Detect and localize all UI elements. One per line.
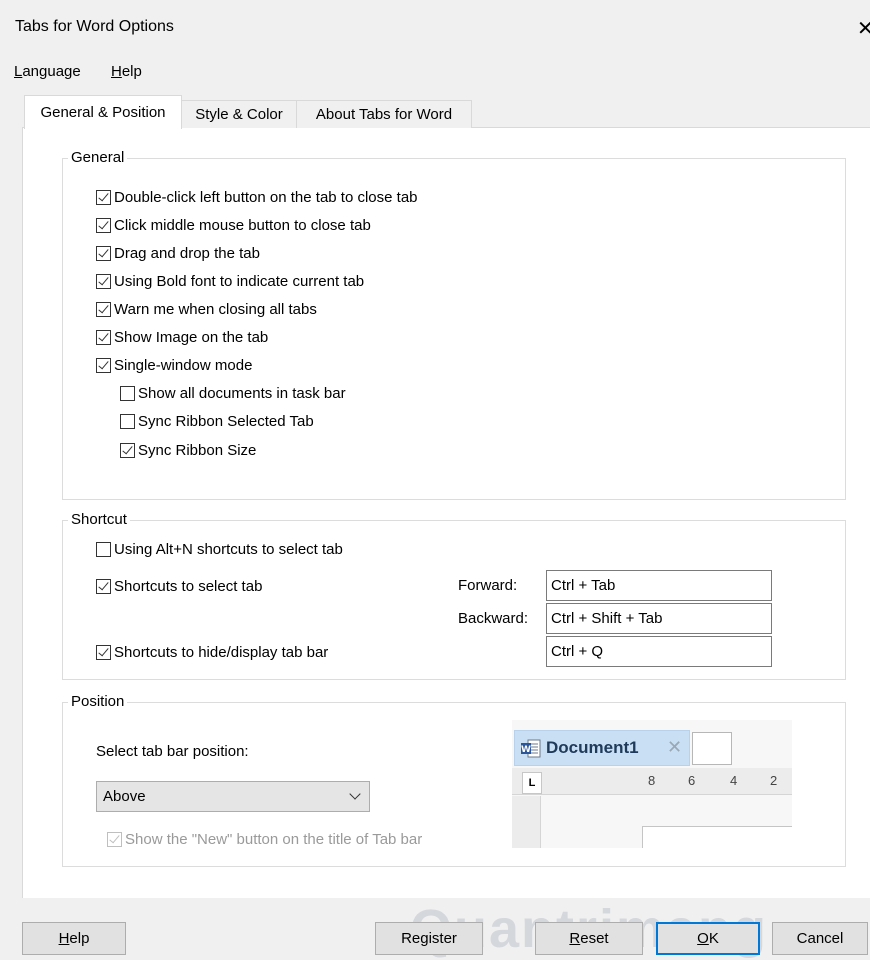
checkbox[interactable] bbox=[96, 578, 111, 594]
option-label: Show Image on the tab bbox=[114, 328, 269, 346]
option-label: Shortcuts to select tab bbox=[114, 577, 263, 595]
checkbox[interactable] bbox=[96, 189, 111, 205]
option-double-click-close[interactable]: Double-click left button on the tab to c… bbox=[96, 187, 418, 207]
tab-general-position[interactable]: General & Position bbox=[24, 95, 182, 129]
shortcut-group-title: Shortcut bbox=[68, 511, 130, 529]
checkbox[interactable] bbox=[96, 301, 111, 317]
reset-button[interactable]: Reset bbox=[535, 922, 643, 955]
option-label: Sync Ribbon Selected Tab bbox=[138, 412, 314, 430]
preview-page bbox=[642, 826, 792, 848]
option-label: Using Alt+N shortcuts to select tab bbox=[114, 540, 343, 558]
option-show-new-button: Show the "New" button on the title of Ta… bbox=[107, 829, 422, 849]
option-single-window[interactable]: Single-window mode bbox=[96, 355, 252, 375]
ruler-number: 2 bbox=[770, 773, 778, 788]
ruler-number: 4 bbox=[730, 773, 738, 788]
cancel-button[interactable]: Cancel bbox=[772, 922, 868, 955]
checkbox[interactable] bbox=[96, 273, 111, 289]
ruler-number: 8 bbox=[648, 773, 656, 788]
option-show-in-taskbar[interactable]: Show all documents in task bar bbox=[120, 383, 346, 403]
backward-label: Backward: bbox=[458, 610, 529, 627]
option-warn-close-all[interactable]: Warn me when closing all tabs bbox=[96, 299, 317, 319]
option-shortcut-hide-display[interactable]: Shortcuts to hide/display tab bar bbox=[96, 642, 328, 662]
checkbox[interactable] bbox=[96, 217, 111, 233]
option-drag-drop[interactable]: Drag and drop the tab bbox=[96, 243, 260, 263]
tab-style-color[interactable]: Style & Color bbox=[180, 100, 298, 128]
option-label: Shortcuts to hide/display tab bar bbox=[114, 643, 329, 661]
option-shortcut-select-tab[interactable]: Shortcuts to select tab bbox=[96, 576, 262, 596]
forward-label: Forward: bbox=[458, 577, 518, 594]
checkbox bbox=[107, 831, 122, 847]
select-position-label: Select tab bar position: bbox=[96, 743, 249, 760]
help-button[interactable]: Help bbox=[22, 922, 126, 955]
option-label: Warn me when closing all tabs bbox=[114, 300, 317, 318]
option-label: Drag and drop the tab bbox=[114, 244, 260, 262]
option-label: Click middle mouse button to close tab bbox=[114, 216, 371, 234]
window-title: Tabs for Word Options bbox=[15, 18, 174, 35]
menu-help[interactable]: Help bbox=[111, 63, 142, 80]
register-button[interactable]: Register bbox=[375, 922, 483, 955]
option-label: Show all documents in task bar bbox=[138, 384, 346, 402]
option-label: Show the "New" button on the title of Ta… bbox=[125, 830, 423, 848]
option-label: Single-window mode bbox=[114, 356, 253, 374]
backward-shortcut-field[interactable]: Ctrl + Shift + Tab bbox=[546, 603, 772, 634]
option-label: Using Bold font to indicate current tab bbox=[114, 272, 365, 290]
checkbox[interactable] bbox=[120, 442, 135, 458]
close-icon[interactable]: ✕ bbox=[857, 16, 870, 41]
checkbox[interactable] bbox=[120, 413, 135, 429]
position-select[interactable]: Above bbox=[96, 781, 370, 812]
option-middle-click-close[interactable]: Click middle mouse button to close tab bbox=[96, 215, 371, 235]
svg-text:W: W bbox=[521, 745, 531, 755]
preview-document-tab: W Document1 ✕ bbox=[514, 730, 690, 766]
ruler-number: 6 bbox=[688, 773, 696, 788]
preview-document-title: Document1 bbox=[546, 738, 639, 757]
preview-vertical-ruler bbox=[512, 796, 541, 848]
option-sync-ribbon-tab[interactable]: Sync Ribbon Selected Tab bbox=[120, 411, 314, 431]
option-alt-n[interactable]: Using Alt+N shortcuts to select tab bbox=[96, 539, 343, 559]
tab-about[interactable]: About Tabs for Word bbox=[296, 100, 472, 128]
checkbox[interactable] bbox=[96, 644, 111, 660]
preview-close-icon: ✕ bbox=[667, 737, 683, 757]
checkbox[interactable] bbox=[96, 245, 111, 261]
checkbox[interactable] bbox=[96, 541, 111, 557]
position-select-value: Above bbox=[103, 788, 146, 805]
ruler-tab-marker: L bbox=[522, 772, 542, 794]
option-show-image[interactable]: Show Image on the tab bbox=[96, 327, 268, 347]
general-group-title: General bbox=[68, 149, 128, 167]
checkbox[interactable] bbox=[96, 329, 111, 345]
position-group-title: Position bbox=[68, 693, 128, 711]
word-document-icon: W bbox=[521, 739, 541, 758]
checkbox[interactable] bbox=[120, 385, 135, 401]
chevron-down-icon bbox=[349, 788, 361, 800]
forward-shortcut-field[interactable]: Ctrl + Tab bbox=[546, 570, 772, 601]
tab-bar-preview: W Document1 ✕ L 8 6 4 2 bbox=[512, 720, 792, 848]
option-label: Sync Ribbon Size bbox=[138, 441, 257, 459]
menu-language[interactable]: Language bbox=[14, 63, 81, 80]
option-bold-current[interactable]: Using Bold font to indicate current tab bbox=[96, 271, 364, 291]
ok-button[interactable]: OK bbox=[656, 922, 760, 955]
toggle-tabbar-shortcut-field[interactable]: Ctrl + Q bbox=[546, 636, 772, 667]
preview-new-tab-button bbox=[692, 732, 732, 765]
checkbox[interactable] bbox=[96, 357, 111, 373]
option-label: Double-click left button on the tab to c… bbox=[114, 188, 418, 206]
option-sync-ribbon-size[interactable]: Sync Ribbon Size bbox=[120, 440, 256, 460]
